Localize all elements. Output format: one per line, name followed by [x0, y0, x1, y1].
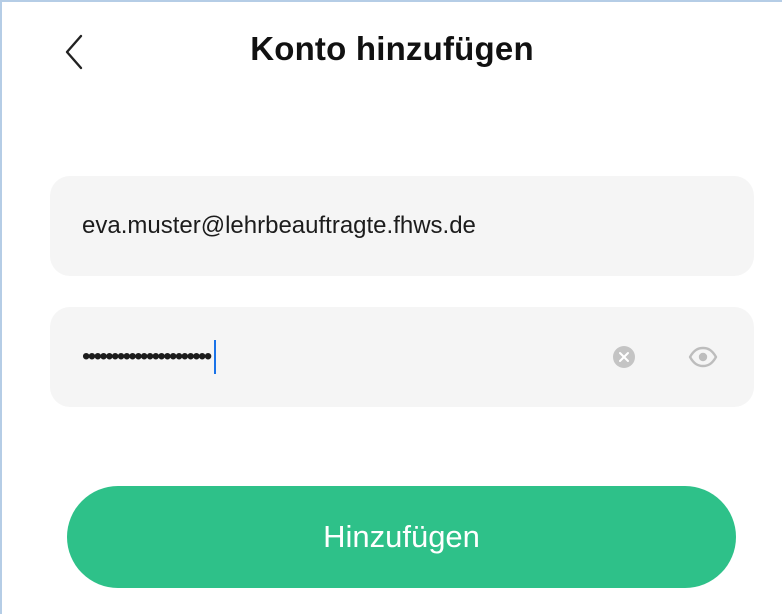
email-field[interactable]: eva.muster@lehrbeauftragte.fhws.de	[50, 176, 754, 276]
password-masked-value: ••••••••••••••••••••••	[82, 343, 212, 370]
eye-icon	[688, 346, 718, 368]
clear-password-button[interactable]	[612, 345, 636, 369]
password-input[interactable]: ••••••••••••••••••••••	[82, 307, 216, 407]
add-account-button[interactable]: Hinzufügen	[67, 486, 736, 588]
toggle-password-visibility-button[interactable]	[688, 345, 718, 369]
clear-icon	[613, 346, 635, 368]
page-title: Konto hinzufügen	[250, 30, 534, 67]
password-field[interactable]: ••••••••••••••••••••••	[50, 307, 754, 407]
app-frame: Konto hinzufügen eva.muster@lehrbeauftra…	[0, 0, 782, 614]
email-value[interactable]: eva.muster@lehrbeauftragte.fhws.de	[82, 176, 476, 276]
text-cursor	[213, 340, 216, 374]
